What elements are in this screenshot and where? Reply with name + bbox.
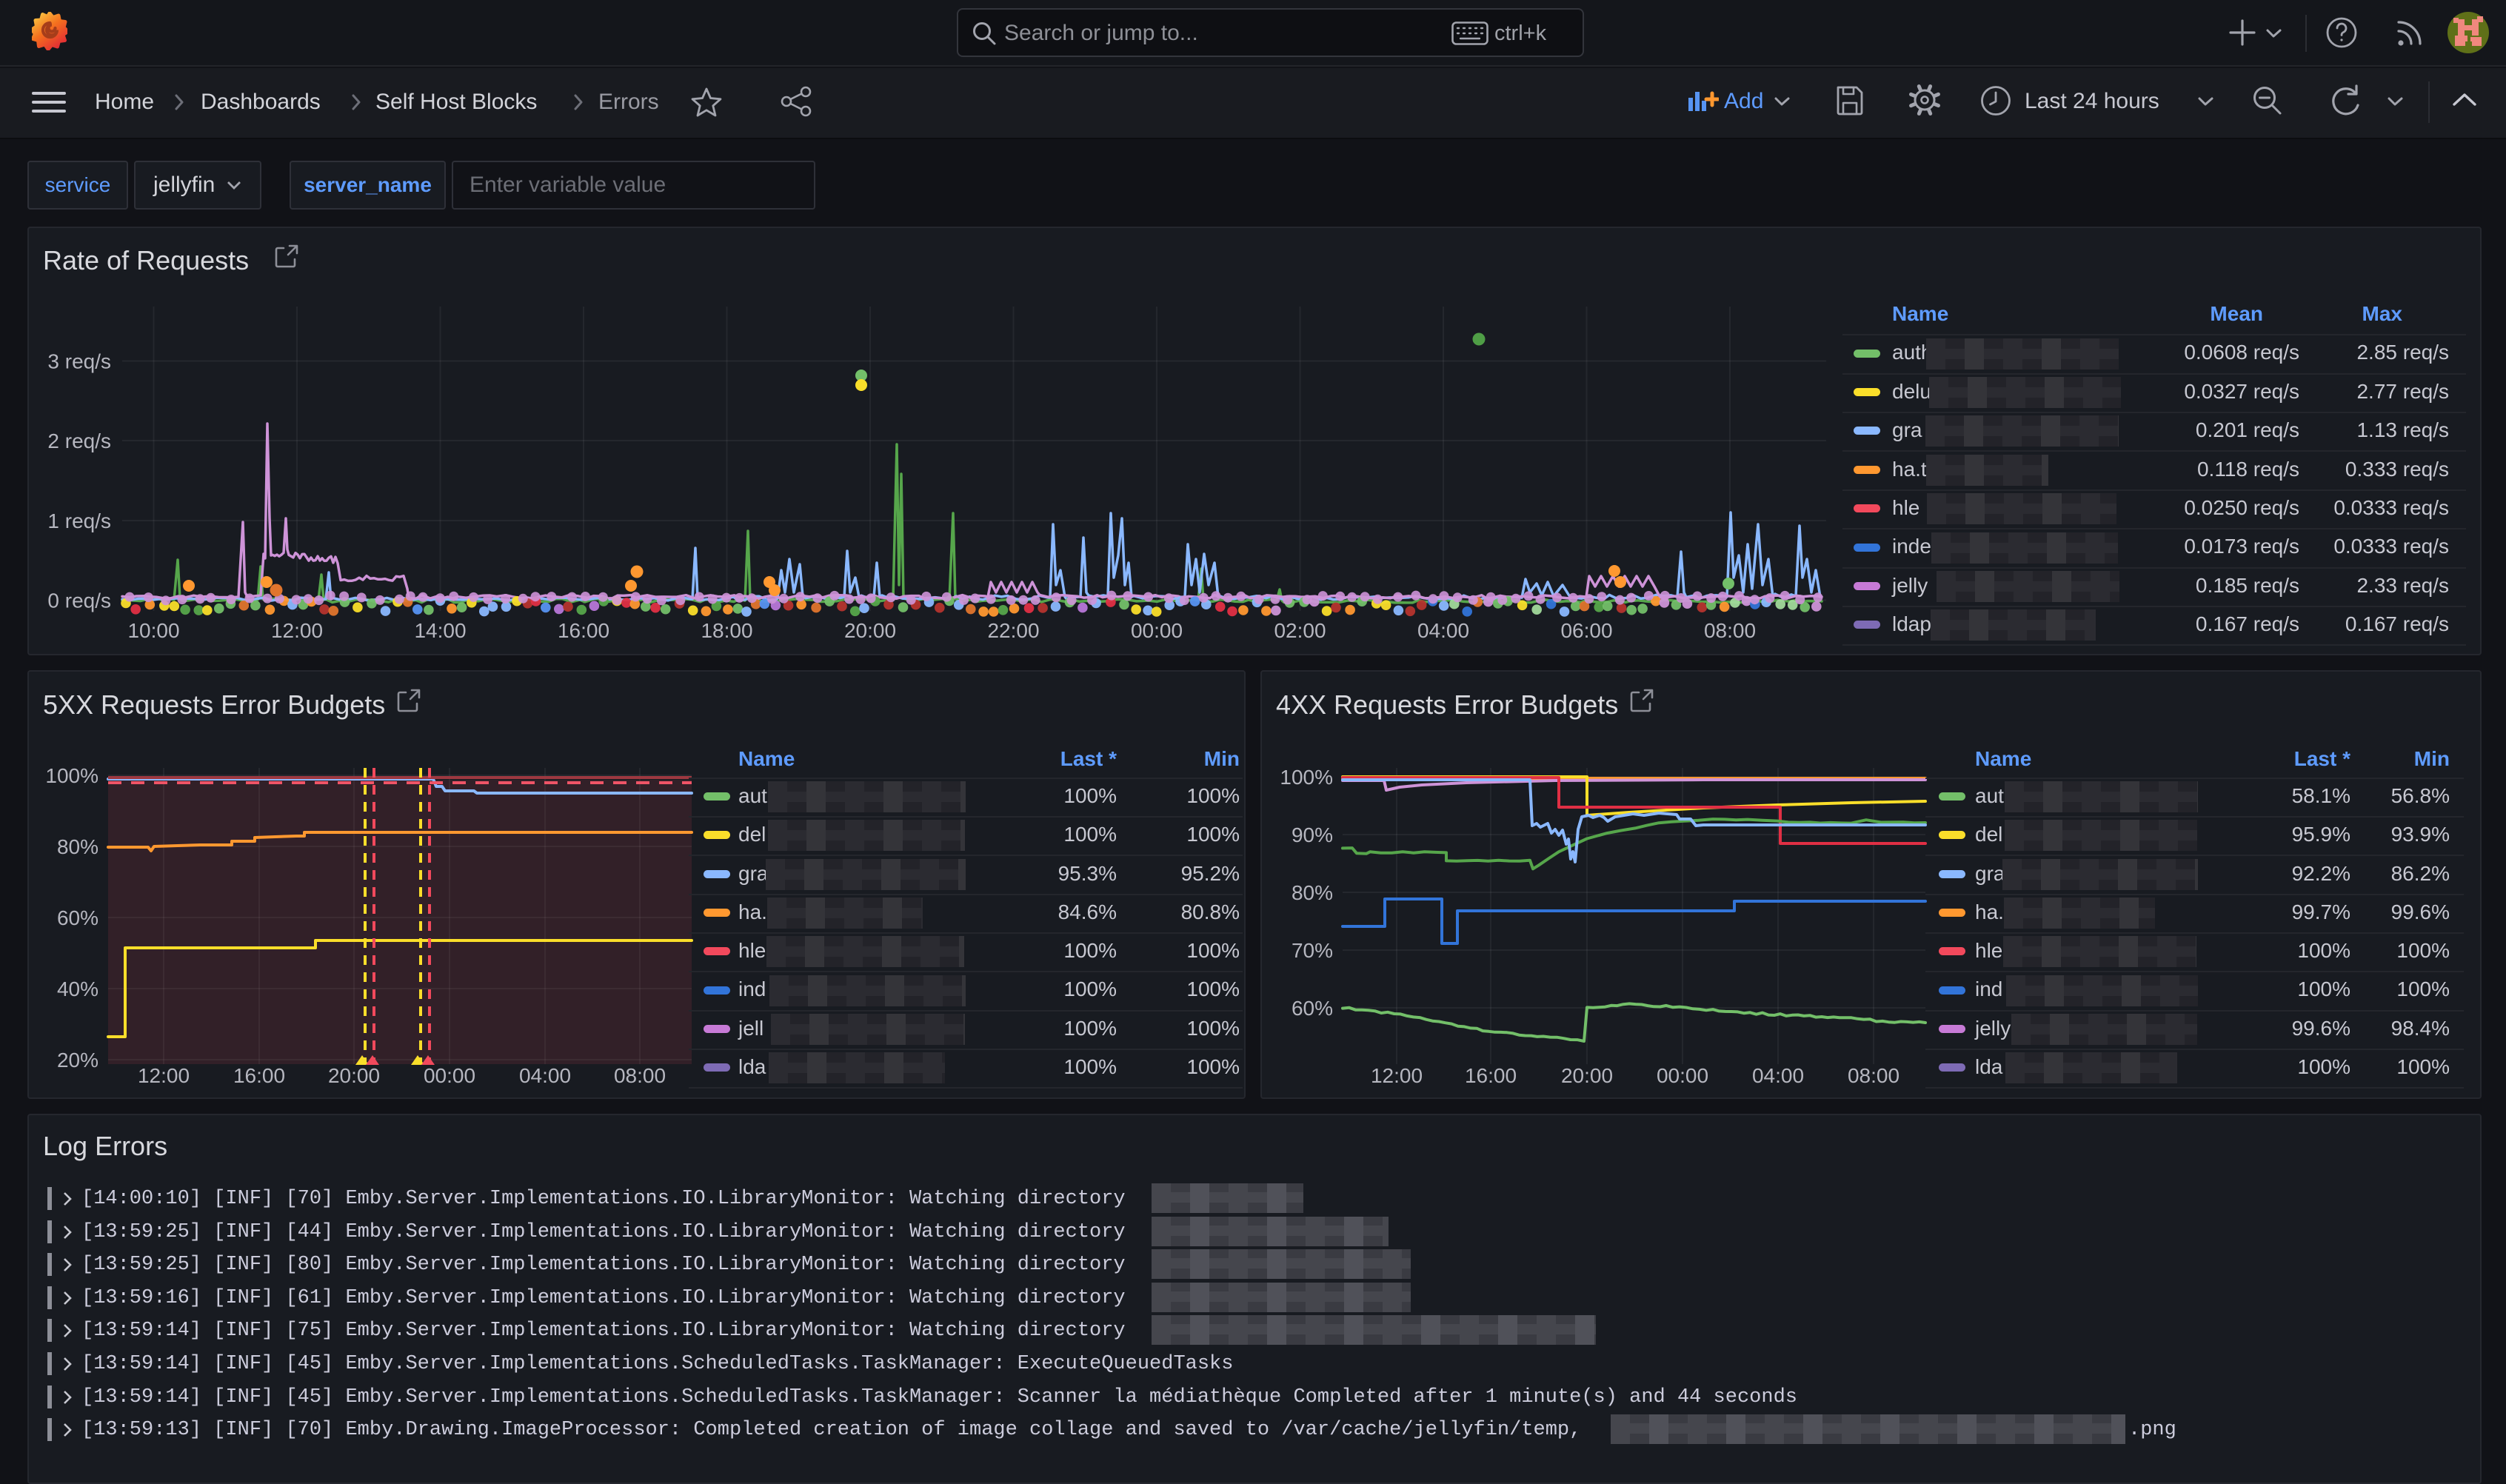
svg-text:14:00: 14:00: [414, 619, 466, 642]
svg-text:1 req/s: 1 req/s: [47, 509, 111, 532]
svg-text:10:00: 10:00: [127, 619, 179, 642]
svg-text:90%: 90%: [1292, 823, 1333, 846]
svg-text:12:00: 12:00: [271, 619, 323, 642]
svg-text:02:00: 02:00: [1274, 619, 1326, 642]
svg-text:100%: 100%: [1280, 766, 1333, 789]
svg-text:3 req/s: 3 req/s: [47, 350, 111, 373]
svg-text:80%: 80%: [57, 835, 98, 858]
svg-text:04:00: 04:00: [1752, 1064, 1804, 1087]
svg-text:100%: 100%: [45, 764, 98, 787]
svg-text:00:00: 00:00: [1131, 619, 1183, 642]
svg-text:16:00: 16:00: [233, 1064, 285, 1087]
svg-text:00:00: 00:00: [424, 1064, 475, 1087]
svg-text:80%: 80%: [1292, 881, 1333, 904]
svg-text:16:00: 16:00: [558, 619, 609, 642]
svg-text:0 req/s: 0 req/s: [47, 589, 111, 612]
svg-text:20:00: 20:00: [1561, 1064, 1613, 1087]
svg-text:08:00: 08:00: [1704, 619, 1756, 642]
svg-text:12:00: 12:00: [1371, 1064, 1423, 1087]
svg-text:06:00: 06:00: [1560, 619, 1612, 642]
svg-text:04:00: 04:00: [1417, 619, 1469, 642]
svg-text:40%: 40%: [57, 977, 98, 1000]
svg-text:08:00: 08:00: [1848, 1064, 1899, 1087]
svg-text:16:00: 16:00: [1465, 1064, 1517, 1087]
svg-text:00:00: 00:00: [1657, 1064, 1708, 1087]
svg-text:60%: 60%: [1292, 997, 1333, 1020]
svg-text:70%: 70%: [1292, 939, 1333, 962]
svg-text:08:00: 08:00: [614, 1064, 666, 1087]
svg-text:20:00: 20:00: [844, 619, 896, 642]
svg-text:18:00: 18:00: [701, 619, 752, 642]
svg-text:12:00: 12:00: [138, 1064, 190, 1087]
svg-text:2 req/s: 2 req/s: [47, 430, 111, 452]
svg-text:60%: 60%: [57, 906, 98, 929]
svg-text:20%: 20%: [57, 1049, 98, 1072]
svg-text:20:00: 20:00: [328, 1064, 380, 1087]
svg-text:22:00: 22:00: [987, 619, 1039, 642]
svg-text:04:00: 04:00: [519, 1064, 571, 1087]
